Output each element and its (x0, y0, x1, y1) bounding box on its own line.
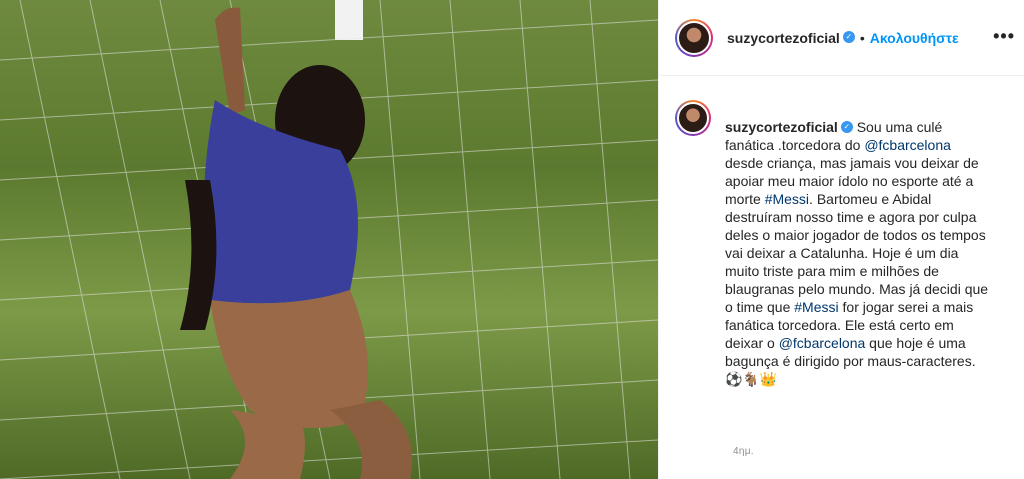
post-photo[interactable] (0, 0, 658, 479)
caption-username[interactable]: suzycortezoficial (725, 119, 838, 135)
avatar-image (677, 20, 711, 55)
more-options-icon[interactable]: ••• (993, 27, 1015, 45)
hashtag-messi[interactable]: #Messi (765, 191, 809, 207)
mention-fcbarcelona-2[interactable]: @fcbarcelona (779, 335, 866, 351)
post-header: suzycortezoficial ✓ • Ακολουθήστε ••• (659, 0, 1024, 76)
mention-fcbarcelona[interactable]: @fcbarcelona (864, 137, 951, 153)
post-side-panel: suzycortezoficial ✓ • Ακολουθήστε ••• su… (658, 0, 1024, 479)
caption-avatar[interactable] (675, 100, 711, 136)
caption-part-4: . Bartomeu e Abidal destruíram nosso tim… (725, 191, 989, 315)
author-username[interactable]: suzycortezoficial (727, 30, 840, 46)
follow-button[interactable]: Ακολουθήστε (870, 30, 959, 46)
caption-comment: suzycortezoficial ✓ Sou uma culé fanática… (675, 100, 1005, 388)
person-figure (180, 7, 412, 479)
photo-illustration (0, 0, 658, 479)
goal-post (335, 0, 363, 40)
caption-verified-badge-icon: ✓ (840, 121, 853, 134)
post-timestamp[interactable]: 4ημ. (733, 446, 754, 457)
author-avatar[interactable] (675, 18, 713, 57)
hashtag-messi-2[interactable]: #Messi (794, 299, 838, 315)
verified-badge-icon: ✓ (842, 30, 855, 43)
caption-text: suzycortezoficial ✓ Sou uma culé fanática… (725, 100, 991, 388)
header-separator: • (859, 29, 865, 46)
caption-avatar-image (677, 102, 709, 134)
